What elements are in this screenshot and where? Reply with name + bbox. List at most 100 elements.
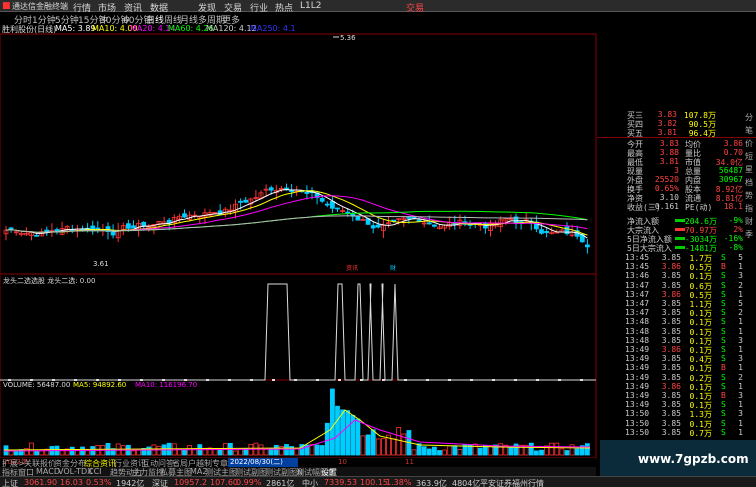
flow-pct: -8%	[728, 243, 743, 252]
volume-bar	[370, 429, 376, 456]
tick-count: 1	[738, 289, 743, 299]
vol-ma5-label: MA5: 94892.60	[73, 381, 126, 389]
side-tab[interactable]: 价	[745, 138, 753, 149]
info-tab[interactable]: 资金分布	[54, 458, 86, 469]
candle-body	[289, 190, 295, 192]
tick-time: 13:45	[625, 253, 650, 262]
vol-ma10-label: MA10: 116196.70	[135, 381, 197, 389]
quote-label: PE(动)	[685, 203, 713, 212]
ma5-label: MA5: 3.89	[55, 24, 96, 33]
side-tab[interactable]: 短	[745, 151, 753, 162]
status-field: 0.53%	[86, 478, 112, 487]
orderbook-price: 3.81	[657, 128, 677, 137]
side-tab[interactable]: 分	[745, 112, 753, 123]
volume-bar	[335, 405, 340, 456]
lh-indicator-label: 龙头二选选股 龙头二选: 0.00	[3, 276, 95, 285]
candle-body	[345, 211, 351, 214]
status-field: 3061.90	[24, 478, 58, 487]
candle-body	[585, 244, 590, 248]
flow-pct: 2%	[733, 225, 743, 234]
tick-count: 5	[738, 253, 743, 262]
tick-side: S	[721, 381, 726, 391]
menu-bar: ■ 通达信金融终端 行情 市场 资讯 数据 发现 交易 行业 热点 L1L2 交…	[0, 0, 756, 14]
info-tab[interactable]: 关联报价	[24, 458, 56, 469]
flow-bar	[675, 237, 685, 240]
volume-bar	[442, 449, 448, 456]
volume-bar	[391, 438, 397, 456]
volume-bar	[146, 446, 152, 456]
side-tab[interactable]: 档	[745, 177, 753, 188]
tick-side: S	[721, 253, 726, 262]
volume-bar	[380, 438, 386, 456]
volume-bar	[233, 450, 238, 456]
side-tab[interactable]: 笔	[745, 125, 753, 136]
tick-side: S	[721, 418, 726, 428]
flow-pct: -16%	[723, 234, 743, 243]
tick-price: 3.85	[661, 391, 681, 400]
info-tab[interactable]: 互动问答	[142, 458, 174, 469]
tick-time: 13:49	[625, 354, 650, 364]
info-tab[interactable]: 综合资讯	[84, 458, 116, 469]
candle-body	[126, 223, 131, 229]
orderbook-price: 3.82	[657, 119, 677, 128]
candle-body	[426, 222, 432, 225]
volume-bar	[528, 442, 534, 456]
tick-time: 13:48	[625, 335, 650, 345]
finance-marker: 财	[390, 264, 396, 272]
app-title: 通达信金融终端	[12, 2, 68, 11]
quote-value: 3	[674, 166, 679, 175]
lh-dot	[272, 379, 275, 381]
tick-time: 13:48	[625, 326, 650, 336]
flow-pct: -9%	[728, 216, 743, 225]
side-tab[interactable]: 势	[745, 190, 753, 201]
quote-value: 0.70	[723, 148, 743, 157]
side-tab[interactable]: 季	[745, 229, 753, 240]
status-tail: 平安证券福州行情	[480, 479, 544, 487]
tick-price: 3.85	[661, 427, 681, 437]
tick-count: 1	[738, 345, 743, 354]
info-tab[interactable]: 省局户越制专章	[172, 458, 228, 469]
side-tab[interactable]: 星	[745, 164, 753, 175]
volume-bar	[131, 450, 136, 456]
tick-side: S	[721, 354, 726, 364]
status-field: 中小	[302, 479, 318, 487]
tick-count: 3	[738, 354, 743, 364]
tick-price: 3.85	[661, 253, 681, 262]
status-field: 1942亿	[116, 479, 145, 487]
volume-bar	[431, 446, 437, 456]
volume-bar	[187, 445, 193, 456]
candle-body	[544, 230, 549, 234]
status-field: 100.15	[360, 478, 388, 487]
tick-count: 1	[738, 400, 743, 410]
volume-bar	[472, 443, 478, 456]
kline-chart[interactable]: 4.704.604.504.404.304.204.104.003.903.80…	[0, 0, 597, 467]
tick-count: 3	[738, 335, 743, 345]
volume-bar	[355, 418, 361, 456]
side-tab[interactable]: 财	[745, 216, 753, 227]
candle-body	[238, 200, 244, 203]
tick-side: S	[721, 409, 726, 419]
volume-bar	[39, 450, 45, 456]
tick-time: 13:47	[625, 280, 650, 290]
lh-dot	[426, 379, 429, 381]
tick-time: 13:47	[625, 308, 650, 318]
lh-dot	[316, 379, 319, 381]
status-field: 1.38%	[386, 478, 412, 487]
info-tab[interactable]: 扩展>	[2, 458, 25, 469]
timeframe-bar: 分时 1分钟 5分钟 15分钟 30分钟 60分钟 日线 周线 月线 多周期 更…	[0, 12, 440, 26]
side-tab[interactable]: 指	[745, 203, 753, 214]
volume-bar	[375, 438, 381, 456]
price-frame	[0, 33, 597, 275]
lh-dot	[360, 379, 363, 381]
lh-dot	[294, 379, 297, 381]
tick-count: 3	[738, 409, 743, 419]
volume-bar	[513, 443, 519, 456]
quote-value: 3.86	[723, 139, 743, 148]
quote-value: 3.81	[659, 157, 679, 166]
lh-dot	[448, 379, 451, 381]
volume-bar	[421, 446, 427, 456]
volume-bar	[549, 442, 555, 456]
menu-item[interactable]: L1L2	[300, 1, 321, 11]
quote-value: 18.1	[723, 202, 743, 211]
tick-price: 3.85	[661, 372, 681, 382]
